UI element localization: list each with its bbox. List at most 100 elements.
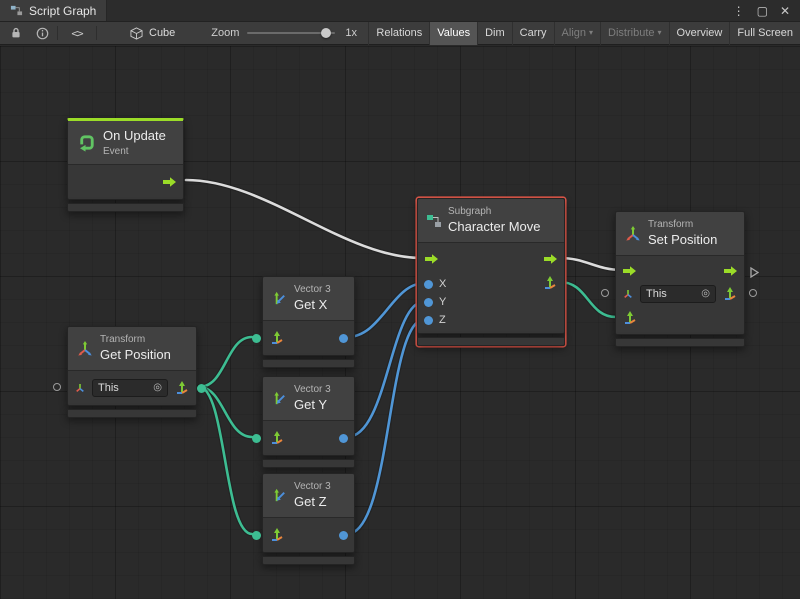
toolbar-separator <box>57 26 58 40</box>
node-title: Get Y <box>294 396 331 414</box>
node-get-z[interactable]: Vector 3 Get Z <box>262 473 355 565</box>
transform-icon <box>76 340 94 358</box>
values-button[interactable]: Values <box>429 22 477 45</box>
setposition-flow-continue-port[interactable] <box>750 265 759 283</box>
zoom-slider[interactable] <box>247 22 335 44</box>
input-port-y[interactable] <box>424 298 433 307</box>
code-view-icon[interactable]: <> <box>64 22 90 44</box>
info-icon[interactable] <box>33 22 51 44</box>
menu-icon[interactable]: ⋮ <box>728 4 750 18</box>
vector3-output-port[interactable] <box>197 384 206 393</box>
relations-button[interactable]: Relations <box>368 22 429 45</box>
vector3-input-port[interactable] <box>252 434 261 443</box>
this-value: This <box>646 288 667 300</box>
node-title: Character Move <box>448 218 540 236</box>
tab-script-graph[interactable]: Script Graph <box>0 0 107 21</box>
node-header[interactable]: Vector 3 Get Y <box>263 377 354 421</box>
node-footer <box>262 556 355 565</box>
vector3-output-port-icon[interactable] <box>174 380 190 396</box>
node-set-position[interactable]: Transform Set Position <box>615 211 745 347</box>
getposition-this-input-port[interactable] <box>53 383 61 391</box>
dim-button[interactable]: Dim <box>477 22 512 45</box>
float-output-port[interactable] <box>339 334 348 343</box>
node-get-y[interactable]: Vector 3 Get Y <box>262 376 355 468</box>
node-on-update[interactable]: On Update Event <box>67 118 184 212</box>
node-header[interactable]: Transform Get Position <box>68 327 196 371</box>
graph-canvas[interactable]: On Update Event <box>0 46 800 599</box>
node-footer <box>67 203 184 212</box>
vector3-output-port-icon[interactable] <box>722 286 738 302</box>
node-title: On Update <box>103 127 166 145</box>
node-category: Transform <box>648 218 717 231</box>
transform-mini-icon <box>74 382 86 394</box>
flow-input-port[interactable] <box>424 253 439 265</box>
cube-icon <box>127 22 145 44</box>
zoom-slider-handle[interactable] <box>321 28 331 38</box>
target-picker-icon[interactable]: ◎ <box>153 383 162 393</box>
node-title: Get X <box>294 296 331 314</box>
vector3-input-port-icon[interactable] <box>269 430 285 446</box>
node-header[interactable]: Subgraph Character Move <box>418 199 564 243</box>
node-header[interactable]: Vector 3 Get X <box>263 277 354 321</box>
toolbar-buttons: Relations Values Dim Carry Align ▾ Distr… <box>368 22 800 45</box>
node-category: Vector 3 <box>294 480 331 493</box>
update-loop-icon <box>76 132 97 153</box>
close-icon[interactable]: ✕ <box>775 4 795 18</box>
carry-button[interactable]: Carry <box>512 22 554 45</box>
node-category: Event <box>103 145 166 158</box>
target-picker-icon[interactable]: ◎ <box>701 289 710 299</box>
flow-input-port[interactable] <box>622 265 637 277</box>
vector3-input-port-icon[interactable] <box>269 527 285 543</box>
vector3-output-port-icon[interactable] <box>542 275 558 291</box>
node-header[interactable]: Transform Set Position <box>616 212 744 256</box>
maximize-icon[interactable]: ▢ <box>752 4 773 18</box>
input-port-z[interactable] <box>424 316 433 325</box>
node-footer <box>67 409 197 418</box>
float-output-port[interactable] <box>339 531 348 540</box>
vector3-input-port[interactable] <box>252 531 261 540</box>
vector3-icon <box>271 487 288 504</box>
setposition-this-input-port[interactable] <box>601 289 609 297</box>
toolbar-separator <box>96 26 97 40</box>
this-field[interactable]: This ◎ <box>640 285 716 303</box>
node-category: Vector 3 <box>294 283 331 296</box>
graph-toolbar: <> Cube Zoom 1x Relations Values Dim Car… <box>0 22 800 45</box>
wire-charactermove-to-setposition-flow <box>560 258 622 270</box>
overview-button[interactable]: Overview <box>669 22 730 45</box>
node-header[interactable]: On Update Event <box>68 121 183 165</box>
input-port-x[interactable] <box>424 280 433 289</box>
port-label-y: Y <box>439 296 446 308</box>
wire-onupdate-to-charactermove <box>186 180 422 258</box>
dropdown-caret-icon: ▾ <box>589 29 593 37</box>
flow-output-port[interactable] <box>162 176 177 188</box>
wire-charactermove-to-setposition-vector <box>560 282 616 317</box>
float-output-port[interactable] <box>339 434 348 443</box>
this-field[interactable]: This ◎ <box>92 379 168 397</box>
node-header[interactable]: Vector 3 Get Z <box>263 474 354 518</box>
script-graph-icon <box>10 4 23 17</box>
node-footer <box>417 337 565 346</box>
distribute-button[interactable]: Distribute ▾ <box>600 22 668 45</box>
transform-icon <box>624 225 642 243</box>
transform-mini-icon <box>622 288 634 300</box>
node-character-move[interactable]: Subgraph Character Move X <box>417 198 565 346</box>
node-category: Transform <box>100 333 171 346</box>
align-button[interactable]: Align ▾ <box>554 22 600 45</box>
node-get-x[interactable]: Vector 3 Get X <box>262 276 355 368</box>
port-label-x: X <box>439 278 446 290</box>
lock-icon[interactable] <box>7 22 25 44</box>
vector3-input-port-icon[interactable] <box>269 330 285 346</box>
node-get-position[interactable]: Transform Get Position This ◎ <box>67 326 197 418</box>
titlebar: Script Graph ⋮ ▢ ✕ <box>0 0 800 22</box>
vector3-input-port-icon[interactable] <box>622 310 638 326</box>
full-screen-button[interactable]: Full Screen <box>729 22 800 45</box>
window-controls: ⋮ ▢ ✕ <box>728 0 800 21</box>
setposition-value-continue-port[interactable] <box>749 289 757 297</box>
zoom-value: 1x <box>345 27 357 39</box>
flow-output-port[interactable] <box>543 253 558 265</box>
zoom-label: Zoom <box>211 27 239 39</box>
target-object-label[interactable]: Cube <box>149 27 175 39</box>
node-footer <box>262 459 355 468</box>
vector3-input-port[interactable] <box>252 334 261 343</box>
flow-output-port[interactable] <box>723 265 738 277</box>
